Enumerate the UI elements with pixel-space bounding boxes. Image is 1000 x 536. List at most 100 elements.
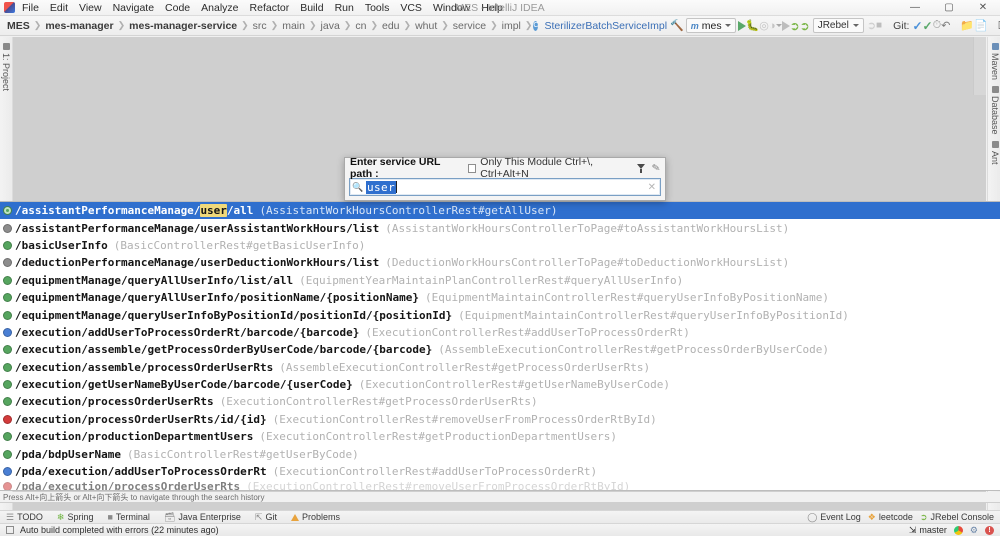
tool-window-spring[interactable]: ❄ Spring (57, 512, 94, 523)
menu-item-code[interactable]: Code (164, 2, 191, 14)
search-field-wrapper[interactable]: 🔍 user ✕ (349, 178, 661, 196)
tool-window-problems[interactable]: Problems (290, 512, 340, 522)
hammer-icon[interactable]: 🔨 (670, 18, 684, 34)
plugin-icon[interactable]: ⚙ (970, 525, 978, 536)
breadcrumb-item-whut[interactable]: whut (412, 20, 440, 32)
only-this-module-option[interactable]: Only This Module Ctrl+\, Ctrl+Alt+N (467, 156, 631, 180)
http-method-icon (3, 362, 12, 372)
editor-scrollbar[interactable] (973, 37, 986, 95)
menu-item-build[interactable]: Build (299, 2, 324, 14)
tool-window-git[interactable]: ⇱ Git (255, 512, 277, 523)
profile-icon[interactable]: ◑ (769, 18, 776, 34)
menu-item-refactor[interactable]: Refactor (249, 2, 291, 14)
maximize-button[interactable]: ▢ (932, 0, 966, 16)
result-row[interactable]: /pda/bdpUserName (BasicControllerRest#ge… (0, 445, 1000, 462)
breadcrumb-item-mes-manager[interactable]: mes-manager (42, 20, 116, 32)
tool-window-jrebel-console[interactable]: ➲ JRebel Console (920, 512, 994, 523)
result-row[interactable]: /assistantPerformanceManage/user/all (As… (0, 202, 1000, 220)
run-configuration-selector[interactable]: m mes (685, 18, 736, 33)
close-button[interactable]: ✕ (966, 0, 1000, 16)
pencil-icon[interactable]: ✎ (651, 162, 661, 174)
result-path: /execution/productionDepartmentUsers (15, 430, 254, 444)
search-input[interactable]: user (366, 180, 397, 194)
clear-icon[interactable]: ✕ (648, 182, 656, 193)
breadcrumb-item-cn[interactable]: cn (352, 20, 369, 32)
breadcrumb-separator: ❯ (370, 20, 378, 30)
result-row[interactable]: /execution/getUserNameByUserCode/barcode… (0, 376, 1000, 393)
result-row[interactable]: /deductionPerformanceManage/userDeductio… (0, 254, 1000, 271)
result-row[interactable]: /equipmentManage/queryAllUserInfo/list/a… (0, 272, 1000, 289)
debug-icon[interactable]: 🐛 (746, 18, 760, 34)
http-method-icon (3, 467, 12, 477)
tool-window-java-enterprise[interactable]: 🗃 Java Enterprise (164, 512, 241, 523)
breadcrumb-item-mes[interactable]: MES (4, 20, 33, 32)
sidebar-item-project[interactable]: 1: Project (1, 37, 11, 91)
branch-icon: ⇲ (908, 524, 917, 535)
jrebel-debug-icon[interactable]: ➲ (800, 18, 810, 34)
jrebel-run-icon[interactable]: ➲ (790, 18, 800, 34)
settings-sync-icon[interactable]: 📄 (974, 18, 988, 34)
only-this-module-checkbox[interactable] (467, 163, 477, 173)
tool-window-label: Spring (67, 512, 94, 522)
menu-item-help[interactable]: Help (480, 2, 504, 14)
open-folder-icon[interactable]: 📁 (960, 18, 974, 34)
menu-item-navigate[interactable]: Navigate (112, 2, 155, 14)
breadcrumb-item-class[interactable]: SterilizerBatchServiceImpl (541, 20, 670, 32)
branch-widget[interactable]: ⇲ master (909, 525, 947, 536)
result-row[interactable]: /execution/assemble/processOrderUserRts … (0, 359, 1000, 376)
breadcrumb-item-mes-manager-service[interactable]: mes-manager-service (126, 20, 240, 32)
menu-item-vcs[interactable]: VCS (399, 2, 423, 14)
result-row[interactable]: /pda/execution/addUserToProcessOrderRt (… (0, 463, 1000, 480)
result-row[interactable]: /execution/processOrderUserRts (Executio… (0, 393, 1000, 410)
run-with-coverage-icon[interactable]: ◎ (759, 18, 769, 34)
menu-item-edit[interactable]: Edit (49, 2, 69, 14)
menu-item-file[interactable]: File (21, 2, 40, 14)
tool-window-todo[interactable]: ☰ TODO (6, 512, 43, 523)
result-row[interactable]: /execution/productionDepartmentUsers (Ex… (0, 428, 1000, 445)
search-results-list[interactable]: /assistantPerformanceManage/user/all (As… (0, 201, 1000, 491)
commit-icon[interactable]: ✓ (923, 18, 933, 34)
menu-bar[interactable]: File Edit View Navigate Code Analyze Ref… (21, 2, 504, 14)
history-icon[interactable]: ⏱ (933, 18, 942, 34)
rollback-icon[interactable]: ↶ (941, 18, 950, 34)
navigation-toolbar: MES ❯ mes-manager ❯ mes-manager-service … (0, 16, 1000, 36)
update-project-icon[interactable]: ✓ (912, 18, 922, 34)
result-row[interactable]: /equipmentManage/queryAllUserInfo/positi… (0, 289, 1000, 306)
menu-item-run[interactable]: Run (334, 2, 355, 14)
result-row[interactable]: /basicUserInfo (BasicControllerRest#getB… (0, 237, 1000, 254)
jrebel-selector[interactable]: JRebel (812, 18, 864, 33)
sidebar-item-maven[interactable]: Maven (990, 37, 1000, 80)
result-row[interactable]: /pda/execution/processOrderUserRts (Exec… (0, 480, 1000, 490)
chevron-down-icon[interactable] (724, 24, 731, 27)
sidebar-item-database[interactable]: Database (990, 80, 1000, 135)
error-icon[interactable]: ! (985, 525, 994, 535)
menu-item-analyze[interactable]: Analyze (200, 2, 239, 14)
window-controls[interactable]: — ▢ ✕ (898, 0, 1000, 16)
result-row[interactable]: /execution/processOrderUserRts/id/{id} (… (0, 411, 1000, 428)
chevron-down-icon[interactable] (852, 24, 859, 27)
filter-icon[interactable] (636, 163, 646, 173)
breadcrumb-item-service[interactable]: service (450, 20, 489, 32)
tool-window-terminal[interactable]: ■ Terminal (107, 512, 149, 522)
breadcrumb-item-src[interactable]: src (250, 20, 270, 32)
tool-window-event-log[interactable]: ◯ Event Log (807, 512, 861, 523)
result-handler: (AssistantWorkHoursControllerRest#getAll… (259, 204, 558, 218)
database-icon (991, 86, 999, 94)
menu-item-window[interactable]: Window (432, 2, 471, 14)
menu-item-view[interactable]: View (78, 2, 103, 14)
breadcrumb-item-java[interactable]: java (318, 20, 343, 32)
result-row[interactable]: /assistantPerformanceManage/userAssistan… (0, 219, 1000, 236)
result-row[interactable]: /equipmentManage/queryUserInfoByPosition… (0, 306, 1000, 323)
tool-window-leetcode[interactable]: ❖ leetcode (868, 512, 913, 523)
result-row[interactable]: /execution/assemble/getProcessOrderByUse… (0, 341, 1000, 358)
breadcrumb-item-impl[interactable]: impl (499, 20, 524, 32)
sidebar-item-ant[interactable]: Ant (990, 135, 1000, 164)
menu-item-tools[interactable]: Tools (364, 2, 391, 14)
chrome-icon[interactable] (953, 525, 963, 535)
java-enterprise-icon: 🗃 (163, 511, 176, 522)
run-icon[interactable] (737, 18, 746, 34)
minimize-button[interactable]: — (898, 0, 932, 16)
breadcrumb-item-edu[interactable]: edu (379, 20, 403, 32)
breadcrumb-item-main[interactable]: main (279, 20, 308, 32)
result-row[interactable]: /execution/addUserToProcessOrderRt/barco… (0, 324, 1000, 341)
